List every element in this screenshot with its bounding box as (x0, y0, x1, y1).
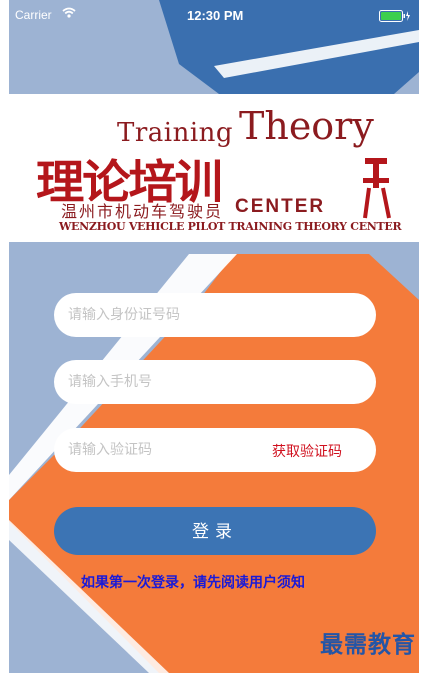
id-number-field (54, 293, 376, 337)
battery-icon (379, 10, 410, 22)
logo-mark-icon (363, 158, 391, 219)
logo-training-text: Training (117, 118, 234, 148)
status-bar: Carrier 12:30 PM (9, 0, 419, 30)
wifi-icon (62, 7, 76, 18)
logo-center-text: CENTER (235, 196, 326, 217)
verification-code-field: 获取验证码 (54, 428, 376, 472)
get-code-button[interactable]: 获取验证码 (272, 441, 342, 461)
login-button[interactable]: 登录 (54, 507, 376, 555)
phone-input[interactable] (54, 360, 376, 404)
logo-theory-text: Theory (239, 104, 374, 148)
logo-english-text: WENZHOU VEHICLE PILOT TRAINING THEORY CE… (59, 220, 402, 233)
id-number-input[interactable] (54, 293, 376, 337)
status-time: 12:30 PM (187, 8, 244, 23)
app-screen: Carrier 12:30 PM Training Theory 理论培训 温州… (9, 0, 419, 673)
carrier-label: Carrier (15, 8, 52, 22)
user-notice-link[interactable]: 如果第一次登录，请先阅读用户须知 (81, 572, 305, 592)
phone-field (54, 360, 376, 404)
logo-subtitle-cn: 温州市机动车驾驶员 (61, 202, 224, 221)
watermark-text: 最需教育 (320, 631, 416, 658)
